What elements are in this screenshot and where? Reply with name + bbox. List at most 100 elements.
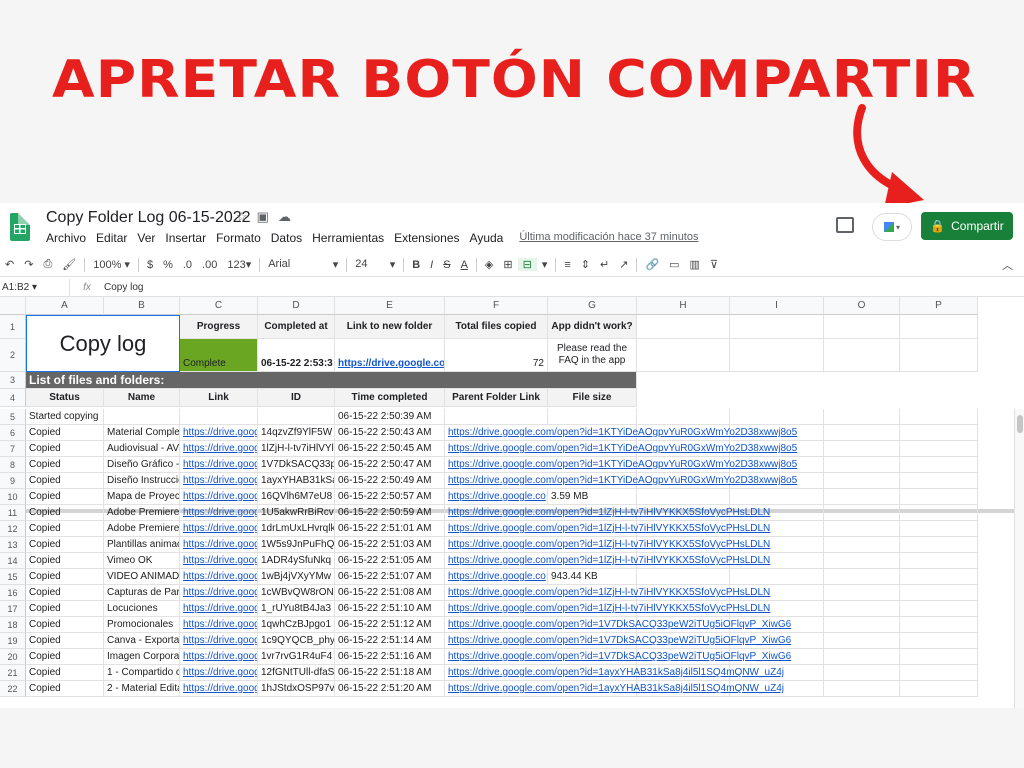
row-header[interactable]: 13 — [0, 537, 26, 553]
id-cell[interactable]: 12fGNtTUll-dfaS — [258, 665, 335, 681]
link-cell[interactable]: https://drive.goog — [180, 425, 258, 441]
status-cell[interactable]: Copied — [26, 649, 104, 665]
column-header-f[interactable]: F — [445, 297, 548, 315]
id-cell[interactable]: 1U5akwRrBiRcv — [258, 505, 335, 521]
row-header[interactable]: 8 — [0, 457, 26, 473]
empty-cell[interactable] — [900, 553, 978, 569]
more-formats-select[interactable]: 123▾ — [222, 258, 256, 271]
column-header-d[interactable]: D — [258, 297, 335, 315]
row-header[interactable]: 20 — [0, 649, 26, 665]
row-header[interactable]: 11 — [0, 505, 26, 521]
name-cell[interactable]: 2 - Material Edita — [104, 681, 180, 697]
empty-cell[interactable] — [900, 537, 978, 553]
insert-comment-icon[interactable]: ▭ — [664, 258, 684, 271]
empty-cell[interactable] — [824, 505, 900, 521]
file-link[interactable]: https://drive.goog — [183, 667, 257, 678]
id-cell[interactable]: 1vr7rvG1R4uF4 — [258, 649, 335, 665]
list-column-header[interactable]: Parent Folder Link — [445, 389, 548, 407]
row-header[interactable]: 16 — [0, 585, 26, 601]
empty-cell[interactable] — [824, 585, 900, 601]
empty-cell[interactable] — [900, 457, 978, 473]
column-header-e[interactable]: E — [335, 297, 445, 315]
time-cell[interactable]: 06-15-22 2:51:03 AM — [335, 537, 445, 553]
row-header[interactable]: 19 — [0, 633, 26, 649]
link-cell[interactable]: https://drive.goog — [180, 537, 258, 553]
id-cell[interactable]: 1ayxYHAB31kSa — [258, 473, 335, 489]
column-header-g[interactable]: G — [548, 297, 637, 315]
parent-folder-cell[interactable]: https://drive.google.com/open?id=1lZjH-l… — [445, 585, 770, 601]
empty-cell[interactable] — [900, 681, 978, 697]
column-header-p[interactable]: P — [900, 297, 978, 315]
insert-chart-icon[interactable]: ▥ — [685, 258, 705, 271]
link-cell[interactable]: https://drive.goog — [180, 553, 258, 569]
status-cell[interactable]: Copied — [26, 553, 104, 569]
id-cell[interactable]: 1drLmUxLHvrqlk — [258, 521, 335, 537]
link-cell[interactable]: https://drive.goog — [180, 457, 258, 473]
row-header[interactable]: 10 — [0, 489, 26, 505]
list-column-header[interactable]: Name — [104, 389, 180, 407]
text-color-icon[interactable]: A — [456, 259, 473, 271]
id-cell[interactable]: 1cWBvQW8rON — [258, 585, 335, 601]
parent-folder-cell[interactable]: https://drive.google.com/open?id=1V7DkSA… — [445, 633, 791, 649]
time-cell[interactable]: 06-15-22 2:50:59 AM — [335, 505, 445, 521]
bold-icon[interactable]: B — [407, 259, 425, 271]
name-cell[interactable]: Audiovisual - AV — [104, 441, 180, 457]
empty-cell[interactable] — [824, 441, 900, 457]
time-cell[interactable]: 06-15-22 2:51:16 AM — [335, 649, 445, 665]
empty-cell[interactable] — [730, 315, 824, 339]
new-folder-link-text[interactable]: https://drive.google.co — [338, 358, 444, 369]
id-cell[interactable]: 1qwhCzBJpgo1 — [258, 617, 335, 633]
parent-folder-link[interactable]: https://drive.google.com/open?id=1ayxYHA… — [448, 667, 784, 678]
redo-icon[interactable]: ↷ — [19, 258, 38, 271]
app-help-note[interactable]: Please read the FAQ in the app — [548, 339, 637, 372]
file-link[interactable]: https://drive.goog — [183, 635, 257, 646]
row-header[interactable]: 1 — [0, 315, 26, 339]
empty-cell[interactable] — [637, 489, 730, 505]
cloud-status-icon[interactable]: ☁ — [278, 209, 291, 225]
status-cell[interactable]: Copied — [26, 537, 104, 553]
empty-cell[interactable] — [824, 681, 900, 697]
parent-folder-cell[interactable]: https://drive.google.com/open?id=1KTYiDe… — [445, 473, 797, 489]
empty-cell[interactable] — [900, 617, 978, 633]
new-folder-link-header[interactable]: Link to new folder — [335, 315, 445, 339]
share-button[interactable]: 🔒 Compartir — [921, 212, 1013, 240]
completed-at-value[interactable]: 06-15-22 2:53:3 — [258, 339, 335, 372]
status-cell[interactable]: Copied — [26, 569, 104, 585]
empty-cell[interactable] — [900, 473, 978, 489]
file-link[interactable]: https://drive.goog — [183, 587, 257, 598]
id-cell[interactable]: 1_rUYu8tB4Ja3 — [258, 601, 335, 617]
status-cell[interactable]: Copied — [26, 489, 104, 505]
status-cell[interactable]: Copied — [26, 665, 104, 681]
empty-cell[interactable] — [824, 649, 900, 665]
empty-cell[interactable] — [637, 315, 730, 339]
row-header[interactable]: 12 — [0, 521, 26, 537]
horizontal-align-icon[interactable]: ≡ — [559, 259, 575, 271]
menu-archivo[interactable]: Archivo — [46, 231, 86, 245]
empty-cell[interactable] — [730, 489, 824, 505]
empty-cell[interactable] — [900, 585, 978, 601]
link-cell[interactable]: https://drive.goog — [180, 489, 258, 505]
empty-cell[interactable] — [824, 425, 900, 441]
column-header-a[interactable]: A — [26, 297, 104, 315]
row-header[interactable]: 5 — [0, 409, 26, 425]
file-link[interactable]: https://drive.goog — [183, 459, 257, 470]
empty-cell[interactable] — [900, 425, 978, 441]
merge-dropdown-icon[interactable]: ▾ — [537, 258, 553, 271]
time-cell[interactable]: 06-15-22 2:50:47 AM — [335, 457, 445, 473]
id-cell[interactable] — [258, 409, 335, 425]
empty-cell[interactable] — [730, 569, 824, 585]
empty-cell[interactable] — [637, 409, 730, 425]
menu-datos[interactable]: Datos — [271, 231, 302, 245]
file-link[interactable]: https://drive.goog — [183, 539, 257, 550]
app-help-header[interactable]: App didn't work? — [548, 315, 637, 339]
time-cell[interactable]: 06-15-22 2:51:20 AM — [335, 681, 445, 697]
parent-folder-link[interactable]: https://drive.google.com/open?id=1V7DkSA… — [448, 635, 791, 646]
column-header-h[interactable]: H — [637, 297, 730, 315]
menu-formato[interactable]: Formato — [216, 231, 261, 245]
file-link[interactable]: https://drive.goog — [183, 507, 257, 518]
row-header[interactable]: 9 — [0, 473, 26, 489]
name-cell[interactable]: VIDEO ANIMAD — [104, 569, 180, 585]
link-cell[interactable]: https://drive.goog — [180, 441, 258, 457]
parent-folder-link[interactable]: https://drive.google.com/open?id=1lZjH-l… — [448, 523, 770, 534]
meet-button[interactable]: ▾ — [872, 213, 912, 241]
